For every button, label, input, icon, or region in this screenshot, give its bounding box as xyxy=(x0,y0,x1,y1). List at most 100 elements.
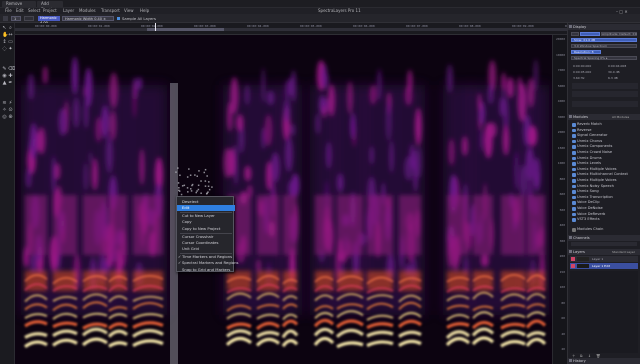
frequency-tick-label: 20000 xyxy=(555,37,565,41)
frequency-ruler[interactable]: 20000 10000 7000 5000 4000 3000 2000 1500 1000 80… xyxy=(552,35,567,364)
module-item[interactable]: Unmix Crowd Noise xyxy=(572,150,640,155)
module-item[interactable]: Signal Generator xyxy=(572,133,640,138)
clone-tool-icon[interactable]: ◉ xyxy=(2,74,7,79)
menu-item-unit-grid[interactable]: Unit Grid xyxy=(177,246,235,252)
module-item[interactable]: Unmix Multiple Voices xyxy=(572,178,640,183)
modules-filter[interactable]: All Modules xyxy=(612,114,629,120)
pen-tool-icon[interactable]: ✒ xyxy=(8,81,13,86)
move-tool-icon[interactable]: ↖ xyxy=(2,26,7,31)
stat-gain: 6.3 dB xyxy=(608,76,618,80)
tab-add-event[interactable]: Add Event xyxy=(37,1,63,12)
module-label: Unmix Multiple Voices xyxy=(577,166,617,171)
playhead[interactable] xyxy=(155,23,156,31)
transient-tool-icon[interactable]: ⚡ xyxy=(8,101,13,106)
module-icon xyxy=(572,156,576,161)
display-options[interactable] xyxy=(572,91,638,97)
module-item[interactable]: Voice DeClip xyxy=(572,200,640,205)
module-item[interactable]: Unmix Multiple Voices xyxy=(572,167,640,172)
menu-item-deselect[interactable]: Deselect xyxy=(177,199,235,205)
layers-panel-header[interactable]: Layers Standard Layer xyxy=(568,249,640,255)
overview-selection[interactable] xyxy=(147,28,224,31)
display-mode-button[interactable] xyxy=(571,32,579,36)
panel-collapse-icon[interactable] xyxy=(569,25,572,28)
display-title: Display xyxy=(573,25,587,29)
module-item[interactable]: Unmix Noisy Speech xyxy=(572,184,640,189)
rectangle-select-icon[interactable]: ▭ xyxy=(8,40,13,45)
module-label: Voice DeNoise xyxy=(577,206,603,210)
tab-remove-event[interactable]: Remove Event xyxy=(2,1,36,12)
menu-item-copy-to-new-project[interactable]: Copy to New Project xyxy=(177,226,235,232)
frequency-tick-label: 800 xyxy=(559,176,565,181)
module-item[interactable]: Voice DeNoise xyxy=(572,206,640,211)
mode-dropdown[interactable] xyxy=(24,16,34,21)
harmonic-width-field[interactable]: Harmonic Width 0.40 ± xyxy=(62,16,114,21)
frequency-tick-label: 7000 xyxy=(557,68,565,72)
eraser-tool-icon[interactable]: ⌫ xyxy=(8,67,15,72)
sample-all-layers-checkbox[interactable] xyxy=(117,17,120,20)
menu-item-copy[interactable]: Copy xyxy=(177,219,235,225)
healing-tool-icon[interactable]: ✚ xyxy=(8,74,13,79)
display-footer[interactable] xyxy=(572,101,638,107)
module-item[interactable]: Voice DeReverb xyxy=(572,212,640,217)
window-spectrum-label: 3.0 Window Spectrum xyxy=(574,44,608,48)
modules-chain-button[interactable]: Modules Chain xyxy=(572,227,640,232)
harmonic-field[interactable]: Harmonic 4.00 xyxy=(38,16,60,25)
layer-row[interactable]: Layer 1 xyxy=(570,256,638,262)
module-item[interactable]: Unmix Chorus xyxy=(572,139,640,144)
stamp-tool-icon[interactable]: ⊕ xyxy=(8,115,13,120)
magic-wand-icon[interactable]: ✦ xyxy=(8,47,13,52)
history-panel-header[interactable]: History xyxy=(568,358,640,364)
display-toggles[interactable] xyxy=(572,83,638,89)
amplitude-tool-icon[interactable]: ▲ xyxy=(2,81,7,86)
module-label: Voice DeReverb xyxy=(577,211,606,216)
lasso-tool-icon[interactable]: ◌ xyxy=(2,47,7,52)
module-item[interactable]: Unmix Transcription xyxy=(572,195,640,200)
menu-item-label: Deselect xyxy=(182,199,199,204)
layer-color-swatch xyxy=(571,264,575,268)
overview-bar[interactable] xyxy=(15,28,567,31)
amount-field[interactable]: 1 xyxy=(11,16,21,21)
zoom-tool-icon[interactable]: ⌕ xyxy=(8,26,13,31)
frequency-select-icon[interactable]: ↕ xyxy=(2,40,7,45)
dropper-tool-icon[interactable]: ✧ xyxy=(2,108,7,113)
menu-item-time-markers-and-regions[interactable]: ✓ Time Markers and Regions xyxy=(177,254,235,260)
module-item[interactable]: Reverb Match xyxy=(572,122,640,127)
modules-panel-header[interactable]: Modules All Modules xyxy=(568,114,640,120)
menu-item-cursor-coordinates[interactable]: Cursor Coordinates xyxy=(177,240,235,246)
module-item[interactable]: Unmix Multichannel Context xyxy=(572,172,640,177)
spectrogram-canvas xyxy=(15,35,552,364)
layer-thumbnail xyxy=(577,264,589,268)
channels-row[interactable] xyxy=(571,242,637,246)
time-select-icon[interactable]: ↔ xyxy=(8,33,13,38)
ring-tool-icon[interactable]: ◎ xyxy=(2,115,7,120)
module-item[interactable]: Reverse xyxy=(572,128,640,133)
menu-item-spectral-markers-and-regions[interactable]: ✓ Spectral Markers and Regions xyxy=(177,260,239,266)
module-icon xyxy=(572,139,576,144)
module-item[interactable]: VST3 Effects xyxy=(572,217,640,222)
module-item[interactable]: Unmix Song xyxy=(572,189,640,194)
menu-item-cursor-crosshair[interactable]: Cursor Crosshair xyxy=(177,234,235,240)
sample-all-layers-label: Sample All Layers xyxy=(122,16,156,21)
harmonic-tool-icon[interactable]: ≋ xyxy=(2,101,7,106)
module-item[interactable]: Unmix Drums xyxy=(572,156,640,161)
panel-collapse-icon[interactable] xyxy=(569,236,572,239)
hand-tool-icon[interactable]: ✋ xyxy=(2,33,8,38)
module-item[interactable]: Unmix Components xyxy=(572,144,640,149)
module-icon xyxy=(572,173,576,177)
menu-item-edit[interactable]: Edit xyxy=(177,205,235,211)
panel-collapse-icon[interactable] xyxy=(569,359,572,362)
panel-collapse-icon[interactable] xyxy=(569,115,572,118)
display-preset-button[interactable] xyxy=(580,32,600,36)
tool-icon[interactable] xyxy=(3,16,8,21)
display-panel-header[interactable]: Display xyxy=(568,24,640,30)
menu-item-cut-to-new-layer[interactable]: Cut to New Layer xyxy=(177,213,235,219)
menu-item-snap-to-grid-and-markers[interactable]: Snap to Grid and Markers xyxy=(177,267,235,273)
brush-tool-icon[interactable]: ✎ xyxy=(2,67,7,72)
layer-type-dropdown[interactable]: Standard Layer xyxy=(612,249,635,255)
panel-collapse-icon[interactable] xyxy=(569,250,572,253)
spectrogram-view[interactable] xyxy=(15,35,552,364)
layer-row-selected[interactable]: Layer 1 Edit xyxy=(570,263,638,269)
cast-tool-icon[interactable]: ⊙ xyxy=(8,108,13,113)
channels-panel-header[interactable]: Channels xyxy=(568,235,640,241)
module-item[interactable]: Unmix Levels xyxy=(572,161,640,166)
